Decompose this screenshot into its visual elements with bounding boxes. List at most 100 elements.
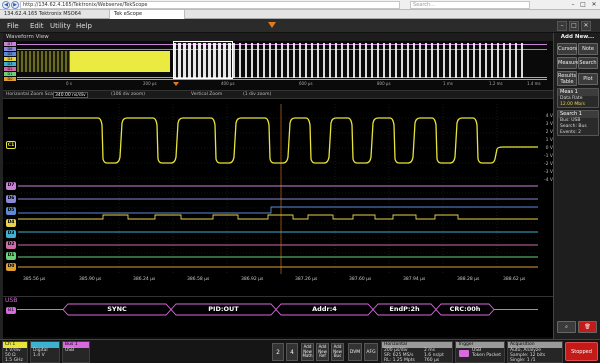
waveform-svg [3,104,538,274]
horizontal-settings-badge[interactable]: Horizontal 200 μs/div SR: 625 MS/s RL: 1… [381,341,453,363]
results-table-button[interactable]: Results Table [557,71,577,86]
search-button[interactable]: Search [578,57,598,69]
d5-badge[interactable]: D5 [6,207,16,215]
maximize-icon[interactable]: □ [578,0,588,9]
menu-edit[interactable]: Edit [30,21,44,31]
acquisition-settings-badge[interactable]: Acquisition Auto, Analyze Sample: 12 bit… [507,341,563,363]
minimize-icon[interactable]: – [568,0,578,9]
d3-badge[interactable]: D3 [6,230,16,238]
overview-digital-activity [233,43,523,78]
waveform-plot[interactable]: C1 D7 D6 D5 D4 D3 D2 D1 D0 4 V 3 V 2 V 1… [3,99,553,297]
search1-badge[interactable]: Search 1 Bus: USB Search: Bus Events: 2 [557,110,599,136]
add-new-bus-button[interactable]: Add New Bus [331,343,344,361]
zoom-tool-icon[interactable]: ⌕ [557,321,576,333]
y-label: 2 V [545,130,553,135]
meas1-badge[interactable]: Meas 1 Data Rate 12.00 Mb/s [557,88,599,108]
overview-tick: 400 μs [221,81,235,86]
x-tick: 387.94 μs [403,277,426,282]
browser-address-bar: ◀ ▶ http://134.62.4.165/Tektronix/Webser… [0,0,600,10]
x-tick: 386.24 μs [133,277,156,282]
y-label: 0 V [545,146,553,151]
overview-strip[interactable]: D7 D6 D5 D4 D3 D2 D1 D0 0 s 200 μs 400 μ… [3,41,553,91]
x-tick: 386.92 μs [241,277,264,282]
settings-bar: Ch 1 1 V/div 50 Ω 1.5 GHz Digital 1.4 V … [0,339,600,363]
d2-badge[interactable]: D2 [6,241,16,249]
overview-tick: 1.2 ms [489,81,503,86]
browser-tabs: 134.62.4.165 Tektronix MSO64 Tek eScope [0,10,600,19]
plot-button[interactable]: Plot [578,73,598,85]
overview-label-d7: D7 [4,42,16,46]
stopped-button[interactable]: Stopped [565,342,598,361]
y-label: 1 V [545,138,553,143]
ch1-trace [8,117,538,164]
bus-packet-crc[interactable]: CRC:00h [441,304,489,315]
app-close-icon[interactable]: ✕ [581,21,591,31]
vertical-zoom-label: Vertical Zoom [191,92,223,97]
cursors-button[interactable]: Cursors [557,43,577,55]
overview-label-d3: D3 [4,62,16,66]
trash-icon[interactable]: 🗑 [578,321,597,333]
measure-button[interactable]: Measure [557,57,579,69]
x-tick: 386.58 μs [187,277,210,282]
x-tick: 388.28 μs [457,277,480,282]
usb-bus-row[interactable]: USB B1 SYNC PID:OUT Addr:4 EndP:2h CRC:0… [3,297,553,337]
overview-ch1-burst [70,51,170,72]
browser-search-input[interactable]: Search... [410,1,530,9]
zoom-position-label: (106 div zoom) [111,92,145,97]
bus1-settings-badge[interactable]: Bus 1 USB [62,341,90,363]
overview-label-d6: D6 [4,47,16,51]
back-icon[interactable]: ◀ [2,1,10,9]
afg-button[interactable]: AFG [364,343,378,361]
vertical-zoom-value: (1 div zoom) [243,92,272,97]
d1-badge[interactable]: D1 [6,252,16,260]
d0-badge[interactable]: D0 [6,263,16,271]
menu-utility[interactable]: Utility [50,21,71,31]
scope-app: ◀ ▶ http://134.62.4.165/Tektronix/Webser… [0,0,600,363]
forward-icon[interactable]: ▶ [11,1,19,9]
bus-packet-endp[interactable]: EndP:2h [378,304,431,315]
y-label: -4 V [544,178,553,183]
url-field[interactable]: http://134.62.4.165/Tektronix/Webserve/T… [20,1,400,9]
y-label: 4 V [545,114,553,119]
y-label: -2 V [544,162,553,167]
digital-settings-badge[interactable]: Digital 1.4 V [30,341,60,363]
overview-label-d2: D2 [4,67,16,71]
horizontal-zoom-value[interactable]: 340.00 ns/div [53,92,88,98]
trigger-marker-icon[interactable] [173,82,179,86]
waveform-view-title: Waveform View [3,33,553,41]
tek-logo-icon [268,22,276,28]
ch1-badge[interactable]: C1 [6,141,16,149]
d4-badge[interactable]: D4 [6,219,16,227]
right-panel: Add New... Cursors Note Measure Search R… [553,33,600,339]
bus-packet-pid[interactable]: PID:OUT [176,304,271,315]
x-tick: 385.56 μs [23,277,46,282]
menu-file[interactable]: File [7,21,19,31]
overview-zoom-box[interactable] [173,41,233,79]
bus-packet-sync[interactable]: SYNC [68,304,166,315]
search1-title: Search 1 [558,111,598,118]
bus1-type: USB [65,348,75,353]
ch1-settings-badge[interactable]: Ch 1 1 V/div 50 Ω 1.5 GHz [2,341,28,363]
add-new-ref-button[interactable]: Add New Ref [316,343,329,361]
add-new-math-button[interactable]: Add New Math [301,343,314,361]
channel-2-button[interactable]: 2 [272,343,284,361]
browser-tab-active[interactable]: Tek eScope [110,10,185,19]
note-button[interactable]: Note [578,43,598,55]
d7-badge[interactable]: D7 [6,182,16,190]
record-length: RL: 1.25 Mpts [384,358,415,363]
dvm-button[interactable]: DVM [348,343,362,361]
overview-tick: 1 ms [443,81,453,86]
bus-packet-addr[interactable]: Addr:4 [281,304,368,315]
overview-tick: 1.4 ms [527,81,541,86]
app-maximize-icon[interactable]: □ [569,21,579,31]
d6-badge[interactable]: D6 [6,195,16,203]
trigger-settings-badge[interactable]: Trigger USB Token Packet [455,341,505,363]
app-minimize-icon[interactable]: – [557,21,567,31]
channel-4-button[interactable]: 4 [286,343,298,361]
horizontal-zoom-label: Horizontal Zoom Scale [6,92,57,97]
overview-label-d5: D5 [4,52,16,56]
overview-tick: 800 μs [377,81,391,86]
close-window-icon[interactable]: ✕ [589,0,599,9]
browser-tab[interactable]: 134.62.4.165 Tektronix MSO64 [0,10,110,19]
menu-help[interactable]: Help [76,21,92,31]
